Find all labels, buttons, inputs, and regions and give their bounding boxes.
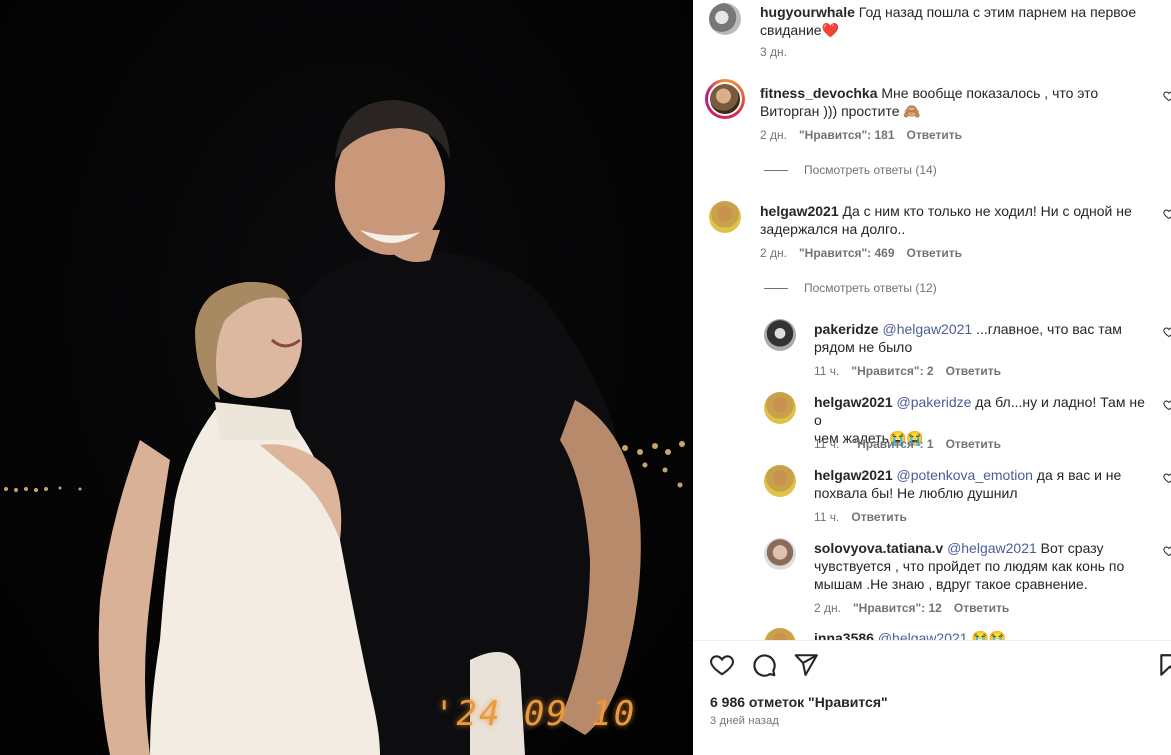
reply-username[interactable]: helgaw2021 [814,394,893,410]
post-time: 3 дней назад [710,715,780,727]
reply-mention[interactable]: @pakeridze [897,394,972,410]
photo-date-stamp: '24 09 10 [434,694,637,734]
reply-meta: 11 ч. "Нравится": 1 Ответить [814,437,1001,451]
reply-body-cont: рядом не было [814,339,913,355]
replier-avatar[interactable] [764,392,796,424]
comment-meta: 2 дн. "Нравится": 469 Ответить [760,246,962,260]
commenter-avatar[interactable] [705,79,745,119]
caption-text: hugyourwhale Год назад пошла с этим парн… [760,3,1160,39]
reply-likes[interactable]: "Нравится": 2 [851,364,933,378]
reply-body-cont: мышам .Не знаю , вдруг такое сравнение. [814,576,1088,592]
reply-meta: 2 дн. "Нравится": 12 Ответить [814,601,1009,615]
bookmark-icon[interactable] [1157,652,1171,678]
action-bar [709,652,819,678]
caption-username[interactable]: hugyourwhale [760,4,855,20]
like-comment-heart-icon[interactable] [1163,90,1171,102]
comment-time: 2 дн. [760,128,787,142]
reply-time: 11 ч. [814,437,840,451]
reply-likes[interactable]: "Нравится": 12 [853,601,942,615]
view-replies-button[interactable]: Посмотреть ответы (14) [764,163,937,177]
reply-mention[interactable]: @helgaw2021 [947,540,1037,556]
caption-time: 3 дн. [760,45,787,59]
reply-body-cont: похвала бы! Не люблю душнил [814,485,1018,501]
reply-text: helgaw2021 @potenkova_emotion да я вас и… [814,466,1154,502]
replies-line [764,287,788,289]
view-replies-button[interactable]: Посмотреть ответы (12) [764,281,937,295]
reply-likes[interactable]: "Нравится": 1 [851,437,933,451]
reply-body-cont: чувствуется , что пройдет по людям как к… [814,558,1125,574]
reply-body: Вот сразу [1036,540,1104,556]
reply-meta: 11 ч. "Нравится": 2 Ответить [814,364,1001,378]
caption-meta: 3 дн. [760,45,787,59]
comments-list[interactable]: hugyourwhale Год назад пошла с этим парн… [693,0,1171,640]
replies-line [764,169,788,171]
replier-avatar[interactable] [764,465,796,497]
reply-username[interactable]: solovyova.tatiana.v [814,540,943,556]
like-reply-heart-icon[interactable] [1163,399,1171,411]
likes-count[interactable]: 6 986 отметок "Нравится" [710,694,888,710]
reply-button[interactable]: Ответить [907,246,962,260]
view-replies-label: Посмотреть ответы (14) [804,163,937,177]
reply-body: 😭😭 [967,630,1007,640]
comment-text: fitness_devochka Мне вообще показалось ,… [760,84,1158,120]
photo-illustration [4,100,685,755]
reply-mention[interactable]: @helgaw2021 [878,630,968,640]
heart-icon[interactable] [709,652,735,678]
reply-button[interactable]: Ответить [954,601,1009,615]
author-avatar[interactable] [709,3,741,35]
reply-username[interactable]: inna3586 [814,630,874,640]
share-icon[interactable] [793,652,819,678]
view-replies-label: Посмотреть ответы (12) [804,281,937,295]
comment-icon[interactable] [751,652,777,678]
reply-body: ...главное, что вас там [972,321,1122,337]
reply-button[interactable]: Ответить [907,128,962,142]
reply-time: 11 ч. [814,510,840,524]
comment-likes[interactable]: "Нравится": 469 [799,246,895,260]
comment-meta: 2 дн. "Нравится": 181 Ответить [760,128,962,142]
like-comment-heart-icon[interactable] [1163,208,1171,220]
reply-text: pakeridze @helgaw2021 ...главное, что ва… [814,320,1154,356]
reply-mention[interactable]: @helgaw2021 [882,321,972,337]
like-reply-heart-icon[interactable] [1163,326,1171,338]
reply-text: inna3586 @helgaw2021 😭😭 [814,629,1154,640]
replier-avatar[interactable] [764,628,796,640]
comment-username[interactable]: helgaw2021 [760,203,839,219]
reply-button[interactable]: Ответить [946,364,1001,378]
replier-avatar[interactable] [764,538,796,570]
comments-panel: hugyourwhale Год назад пошла с этим парн… [693,0,1171,755]
reply-body: да я вас и не [1032,467,1122,483]
comment-time: 2 дн. [760,246,787,260]
like-reply-heart-icon[interactable] [1163,545,1171,557]
post-photo[interactable]: '24 09 10 [0,0,693,755]
reply-text: solovyova.tatiana.v @helgaw2021 Вот сраз… [814,539,1154,593]
reply-meta: 11 ч. Ответить [814,510,907,524]
reply-mention[interactable]: @potenkova_emotion [897,467,1033,483]
reply-time: 2 дн. [814,601,841,615]
reply-button[interactable]: Ответить [946,437,1001,451]
commenter-avatar[interactable] [709,201,741,233]
comment-text: helgaw2021 Да с ним кто только не ходил!… [760,202,1158,238]
comment-username[interactable]: fitness_devochka [760,85,878,101]
reply-button[interactable]: Ответить [851,510,906,524]
replier-avatar[interactable] [764,319,796,351]
reply-time: 11 ч. [814,364,840,378]
comment-likes[interactable]: "Нравится": 181 [799,128,895,142]
like-reply-heart-icon[interactable] [1163,472,1171,484]
reply-username[interactable]: pakeridze [814,321,879,337]
reply-username[interactable]: helgaw2021 [814,467,893,483]
action-divider [693,640,1171,641]
